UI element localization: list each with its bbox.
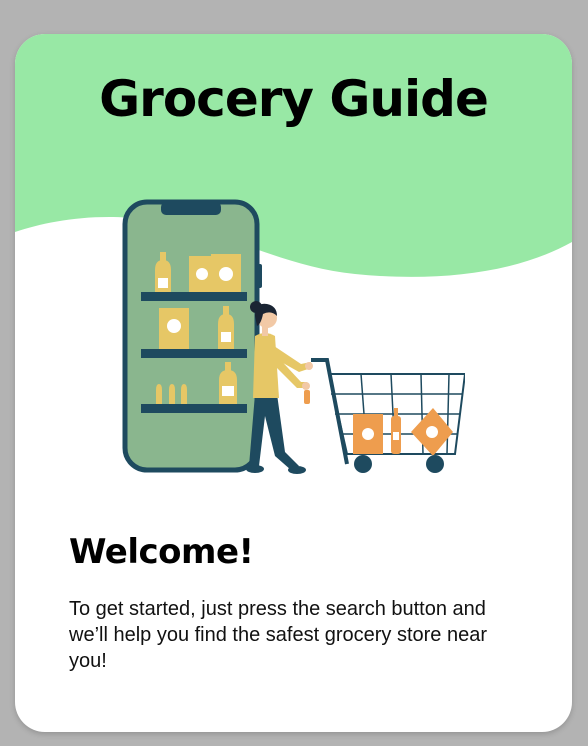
welcome-card: Grocery Guide Welcome! To get started, j… <box>15 34 572 732</box>
shopping-cart-icon <box>311 358 465 473</box>
welcome-instructions: To get started, just press the search bu… <box>69 598 487 672</box>
small-bottles-icon <box>156 384 187 404</box>
welcome-heading: Welcome! <box>69 532 254 572</box>
snack-bag-icon <box>189 254 241 292</box>
shopping-woman-with-cart-illustration <box>122 199 465 474</box>
app-title: Grocery Guide <box>99 70 489 128</box>
cereal-box-icon <box>159 308 189 349</box>
phone-icon <box>122 199 262 473</box>
